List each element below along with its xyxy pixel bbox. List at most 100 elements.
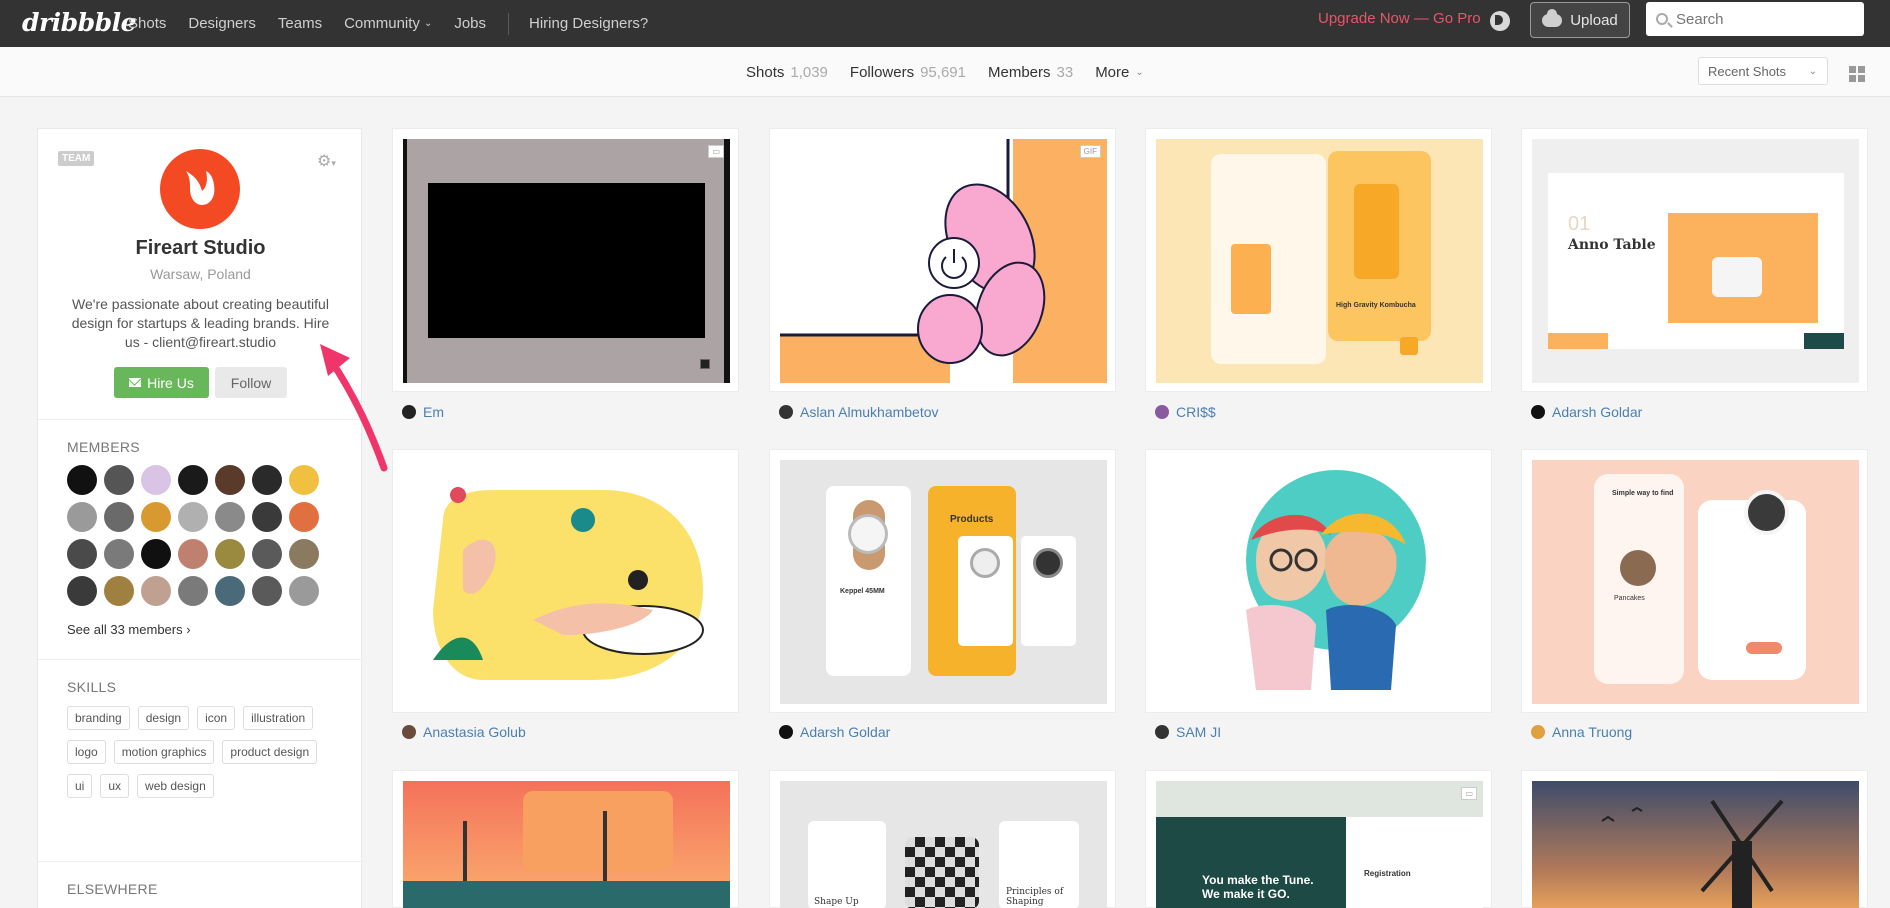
- member-avatar[interactable]: [141, 465, 171, 495]
- member-avatar[interactable]: [141, 576, 171, 606]
- nav-community-label: Community: [344, 15, 420, 32]
- dribbble-logo[interactable]: dribbble: [22, 8, 137, 37]
- shot-thumbnail[interactable]: Simple way to find Pancakes: [1532, 460, 1859, 704]
- shot-thumbnail[interactable]: 01 Anno Table: [1532, 139, 1859, 383]
- shot-card[interactable]: High Gravity Kombucha: [1145, 128, 1492, 392]
- dark-mode-icon[interactable]: [1490, 11, 1510, 31]
- member-avatar[interactable]: [104, 576, 134, 606]
- nav-jobs[interactable]: Jobs: [454, 15, 486, 32]
- shot-author[interactable]: Em: [402, 404, 444, 420]
- shot-author[interactable]: CRI$$: [1155, 404, 1216, 420]
- member-avatar[interactable]: [252, 502, 282, 532]
- tab-shots[interactable]: Shots 1,039: [746, 64, 828, 81]
- upgrade-pro-link[interactable]: Upgrade Now — Go Pro: [1318, 10, 1481, 27]
- skill-tag[interactable]: motion graphics: [113, 740, 215, 764]
- member-avatar[interactable]: [67, 576, 97, 606]
- fireart-logo-icon: [186, 171, 215, 205]
- shot-card[interactable]: [392, 449, 739, 713]
- member-avatar[interactable]: [178, 576, 208, 606]
- member-avatar[interactable]: [178, 502, 208, 532]
- skill-tag[interactable]: product design: [222, 740, 318, 764]
- gear-icon[interactable]: ⚙▾: [317, 151, 336, 171]
- shot-card[interactable]: [392, 770, 739, 908]
- member-avatar[interactable]: [252, 539, 282, 569]
- shot-thumbnail[interactable]: High Gravity Kombucha: [1156, 139, 1483, 383]
- member-avatar[interactable]: [215, 576, 245, 606]
- sort-dropdown[interactable]: Recent Shots ⌄: [1698, 57, 1828, 85]
- shot-illustration: [1246, 470, 1426, 690]
- member-avatar[interactable]: [178, 539, 208, 569]
- member-avatar[interactable]: [104, 502, 134, 532]
- shot-thumbnail[interactable]: [403, 460, 730, 704]
- hire-us-button[interactable]: Hire Us: [114, 367, 209, 398]
- team-avatar[interactable]: [160, 149, 240, 229]
- member-avatar[interactable]: [215, 465, 245, 495]
- member-avatar[interactable]: [289, 539, 319, 569]
- tab-members[interactable]: Members 33: [988, 64, 1073, 81]
- search-input[interactable]: [1676, 10, 1846, 28]
- shot-author[interactable]: Adarsh Goldar: [1531, 404, 1642, 420]
- follow-button[interactable]: Follow: [215, 367, 287, 398]
- skill-tag[interactable]: ux: [100, 774, 130, 798]
- nav-teams[interactable]: Teams: [278, 15, 322, 32]
- shot-card[interactable]: [1145, 449, 1492, 713]
- shot-author[interactable]: Anastasia Golub: [402, 724, 526, 740]
- shot-thumbnail[interactable]: You make the Tune. We make it GO. Regist…: [1156, 781, 1483, 908]
- nav-hiring-designers[interactable]: Hiring Designers?: [529, 15, 648, 32]
- member-avatar[interactable]: [289, 502, 319, 532]
- shot-author-name: Adarsh Goldar: [800, 724, 891, 740]
- shot-thumbnail[interactable]: GIF: [780, 139, 1107, 383]
- shot-card[interactable]: [1521, 770, 1868, 908]
- member-avatar[interactable]: [67, 539, 97, 569]
- shot-card[interactable]: ▭: [392, 128, 739, 392]
- nav-community[interactable]: Community ⌄: [344, 15, 432, 32]
- see-all-members-link[interactable]: See all 33 members ›: [67, 622, 191, 637]
- shot-thumbnail[interactable]: ▭: [403, 139, 730, 383]
- member-avatar[interactable]: [141, 502, 171, 532]
- member-avatar[interactable]: [104, 539, 134, 569]
- member-avatar[interactable]: [215, 502, 245, 532]
- member-avatar[interactable]: [215, 539, 245, 569]
- skill-tag[interactable]: logo: [67, 740, 106, 764]
- shot-card[interactable]: You make the Tune. We make it GO. Regist…: [1145, 770, 1492, 908]
- upload-button[interactable]: Upload: [1530, 2, 1630, 38]
- skill-tag[interactable]: branding: [67, 706, 130, 730]
- shot-thumbnail[interactable]: Shape Up Principles of Shaping: [780, 781, 1107, 908]
- skill-tag[interactable]: ui: [67, 774, 93, 798]
- nav-shots[interactable]: Shots: [128, 15, 166, 32]
- profile-subnav: Shots 1,039 Followers 95,691 Members 33 Mor…: [0, 47, 1890, 97]
- grid-view-icon[interactable]: [1849, 66, 1865, 82]
- skill-tag[interactable]: web design: [137, 774, 214, 798]
- skill-tag[interactable]: illustration: [243, 706, 314, 730]
- member-avatar[interactable]: [67, 502, 97, 532]
- member-avatar[interactable]: [141, 539, 171, 569]
- shot-author[interactable]: Adarsh Goldar: [779, 724, 890, 740]
- avatar: [402, 725, 416, 739]
- shot-card[interactable]: Shape Up Principles of Shaping: [769, 770, 1116, 908]
- shot-caption: Pancakes: [1614, 595, 1645, 602]
- member-avatar[interactable]: [104, 465, 134, 495]
- shot-thumbnail[interactable]: [403, 781, 730, 908]
- skill-tag[interactable]: icon: [197, 706, 236, 730]
- nav-divider: [508, 12, 510, 35]
- tab-followers[interactable]: Followers 95,691: [850, 64, 966, 81]
- nav-designers[interactable]: Designers: [188, 15, 256, 32]
- member-avatar[interactable]: [178, 465, 208, 495]
- shot-card[interactable]: Simple way to find Pancakes: [1521, 449, 1868, 713]
- member-avatar[interactable]: [252, 465, 282, 495]
- shot-author[interactable]: SAM JI: [1155, 724, 1221, 740]
- shot-card[interactable]: 01 Anno Table: [1521, 128, 1868, 392]
- shot-card[interactable]: Keppel 45MM Products: [769, 449, 1116, 713]
- shot-card[interactable]: GIF: [769, 128, 1116, 392]
- shot-author[interactable]: Aslan Almukhambetov: [779, 404, 939, 420]
- shot-thumbnail[interactable]: [1532, 781, 1859, 908]
- shot-author[interactable]: Anna Truong: [1531, 724, 1632, 740]
- skill-tag[interactable]: design: [137, 706, 190, 730]
- member-avatar[interactable]: [67, 465, 97, 495]
- mail-icon: [129, 378, 142, 387]
- tab-more[interactable]: More ⌄: [1095, 64, 1144, 81]
- shot-thumbnail[interactable]: [1156, 460, 1483, 704]
- member-avatar[interactable]: [289, 576, 319, 606]
- shot-thumbnail[interactable]: Keppel 45MM Products: [780, 460, 1107, 704]
- member-avatar[interactable]: [252, 576, 282, 606]
